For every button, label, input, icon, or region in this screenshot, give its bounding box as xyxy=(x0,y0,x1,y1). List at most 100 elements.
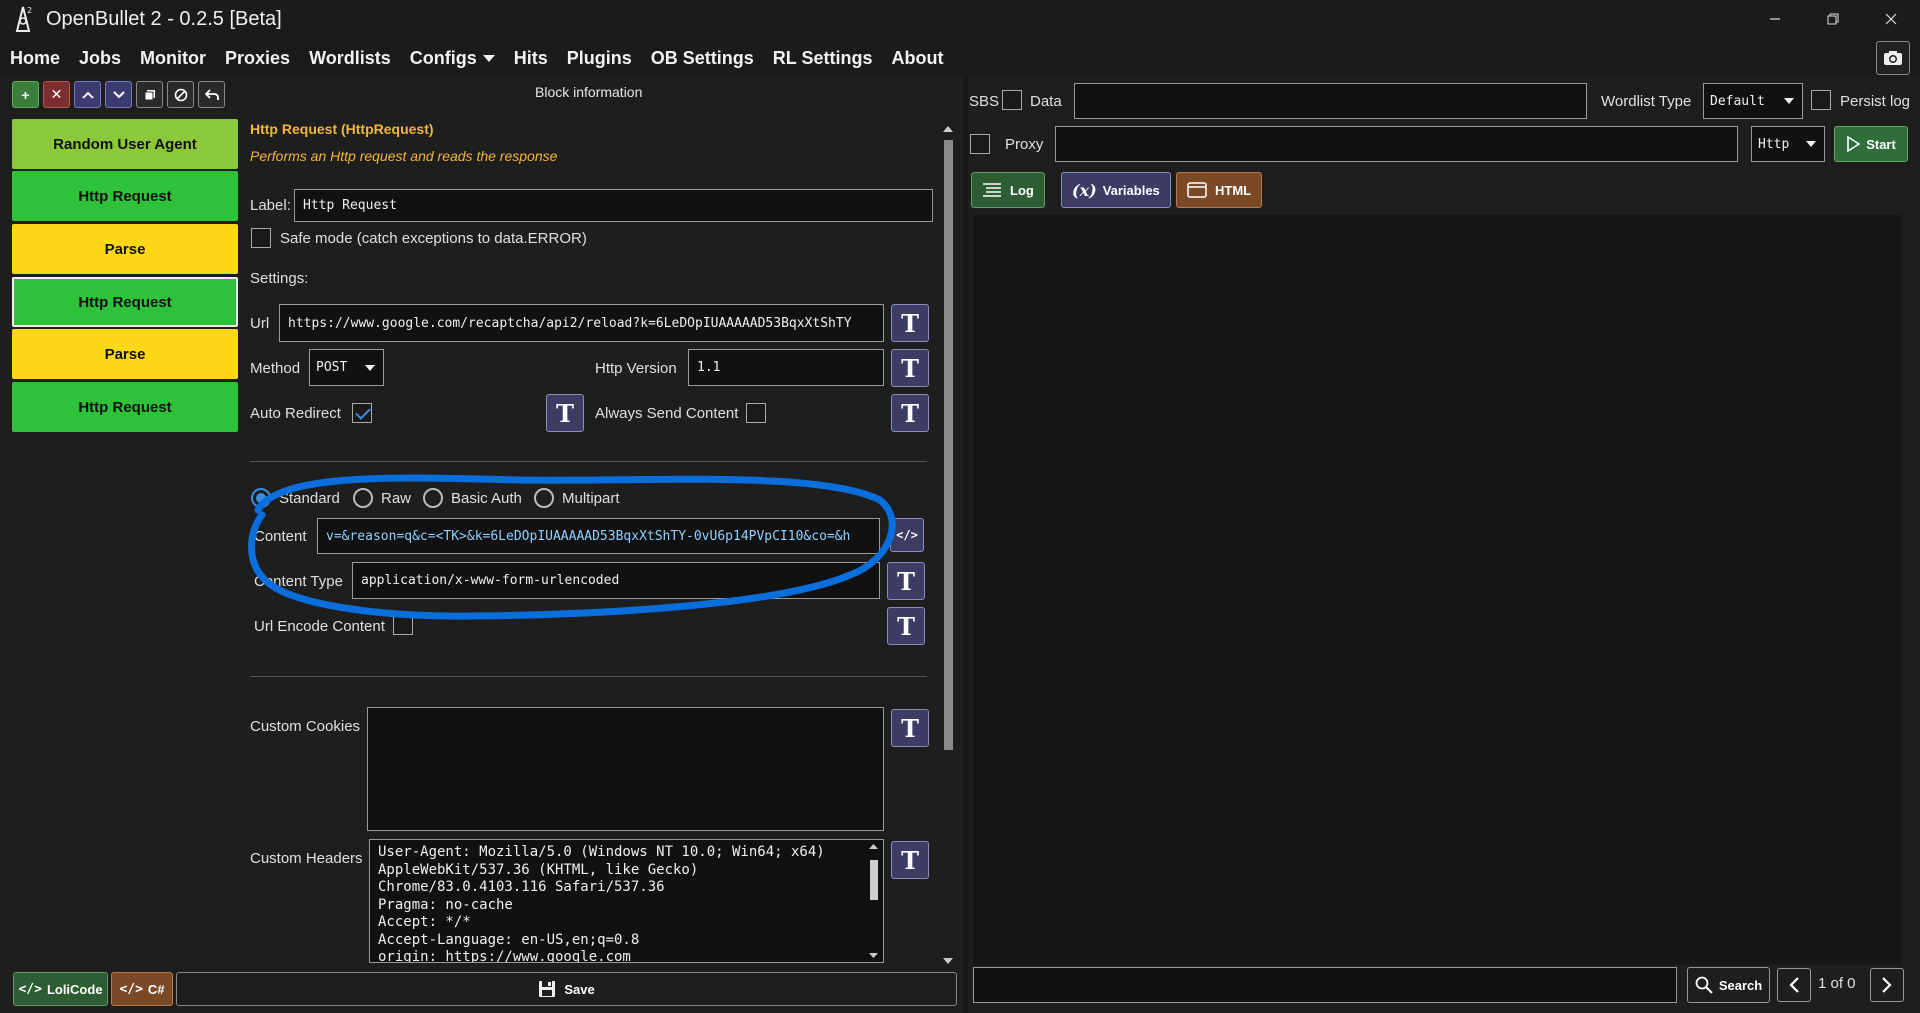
menu-rl-settings[interactable]: RL Settings xyxy=(773,48,873,69)
label-input[interactable]: Http Request xyxy=(294,189,933,222)
content-mode-raw-radio[interactable] xyxy=(353,488,373,508)
menu-hits[interactable]: Hits xyxy=(514,48,548,69)
divider xyxy=(250,676,927,677)
content-mode-raw-label: Raw xyxy=(381,490,412,507)
always-send-content-mode-button[interactable]: T xyxy=(891,394,929,432)
save-icon xyxy=(538,980,556,998)
panel-divider[interactable] xyxy=(963,78,968,1013)
custom-cookies-mode-button[interactable]: T xyxy=(891,709,929,747)
match-counter: 1 of 0 xyxy=(1818,975,1856,992)
csharp-button[interactable]: </> C# xyxy=(111,972,173,1006)
list-icon xyxy=(982,182,1002,198)
lolicode-button[interactable]: </> LoliCode xyxy=(13,972,108,1006)
divider xyxy=(250,461,927,462)
menu-proxies[interactable]: Proxies xyxy=(225,48,290,69)
search-button[interactable]: Search xyxy=(1687,967,1770,1003)
content-mode-standard-radio[interactable] xyxy=(251,488,271,508)
data-label: Data xyxy=(1030,93,1062,110)
proxy-type-select[interactable]: Http xyxy=(1751,126,1825,162)
menu-configs[interactable]: Configs xyxy=(410,48,495,69)
custom-cookies-textarea[interactable] xyxy=(367,707,884,831)
chevron-down-icon xyxy=(482,54,495,62)
save-button[interactable]: Save xyxy=(176,972,957,1006)
tab-html[interactable]: HTML xyxy=(1176,172,1263,208)
content-input[interactable]: v=&reason=q&c=<TK>&k=6LeDOpIUAAAAAD53Bqx… xyxy=(317,518,880,554)
http-version-mode-button[interactable]: T xyxy=(891,349,929,387)
block-http-request-3[interactable]: Http Request xyxy=(12,382,238,432)
tab-log[interactable]: Log xyxy=(971,172,1045,208)
always-send-content-checkbox[interactable] xyxy=(746,403,766,423)
content-code-icon[interactable]: </> xyxy=(890,518,924,552)
data-input[interactable] xyxy=(1074,83,1587,119)
menu-plugins[interactable]: Plugins xyxy=(567,48,632,69)
delete-block-icon[interactable]: ✕ xyxy=(43,81,70,108)
menu-ob-settings[interactable]: OB Settings xyxy=(651,48,754,69)
camera-icon[interactable] xyxy=(1876,41,1910,75)
custom-headers-mode-button[interactable]: T xyxy=(891,841,929,879)
sbs-checkbox[interactable] xyxy=(1002,90,1022,110)
wordlist-type-select[interactable]: Default xyxy=(1703,83,1803,119)
variable-icon: (x) xyxy=(1072,180,1097,200)
safe-mode-checkbox[interactable] xyxy=(251,228,271,248)
next-match-button[interactable] xyxy=(1870,968,1904,1002)
block-info-scrollbar[interactable] xyxy=(940,122,956,968)
window-title: OpenBullet 2 - 0.2.5 [Beta] xyxy=(46,7,282,30)
tab-html-label: HTML xyxy=(1215,182,1252,198)
safe-mode-label: Safe mode (catch exceptions to data.ERRO… xyxy=(280,230,587,247)
chevron-down-icon xyxy=(1806,141,1816,147)
menu-jobs[interactable]: Jobs xyxy=(79,48,121,69)
menu-about[interactable]: About xyxy=(891,48,943,69)
csharp-label: C# xyxy=(147,981,165,997)
block-parse-1[interactable]: Parse xyxy=(12,224,238,274)
auto-redirect-checkbox[interactable] xyxy=(352,403,372,423)
content-type-input[interactable]: application/x-www-form-urlencoded xyxy=(352,562,880,599)
main-menu: Home Jobs Monitor Proxies Wordlists Conf… xyxy=(0,38,1920,78)
minimize-icon[interactable] xyxy=(1746,0,1804,38)
log-search-input[interactable] xyxy=(973,967,1677,1003)
content-type-mode-button[interactable]: T xyxy=(887,562,925,600)
restore-icon[interactable] xyxy=(1804,0,1862,38)
proxy-input[interactable] xyxy=(1055,126,1738,162)
custom-headers-label: Custom Headers xyxy=(250,850,363,867)
menu-monitor[interactable]: Monitor xyxy=(140,48,206,69)
persist-log-label: Persist log xyxy=(1840,93,1911,110)
url-encode-content-checkbox[interactable] xyxy=(393,615,413,635)
http-version-input[interactable]: 1.1 xyxy=(688,349,884,386)
clone-block-icon[interactable] xyxy=(136,81,163,108)
search-icon xyxy=(1695,976,1713,994)
menu-wordlists[interactable]: Wordlists xyxy=(309,48,391,69)
content-mode-multipart-label: Multipart xyxy=(562,490,620,507)
content-mode-basic-auth-radio[interactable] xyxy=(423,488,443,508)
code-icon: </> xyxy=(18,981,42,997)
content-mode-multipart-radio[interactable] xyxy=(534,488,554,508)
menu-home[interactable]: Home xyxy=(10,48,60,69)
disable-block-icon[interactable] xyxy=(167,81,194,108)
auto-redirect-mode-button[interactable]: T xyxy=(546,394,584,432)
headers-scrollbar[interactable] xyxy=(866,842,881,960)
url-mode-button[interactable]: T xyxy=(891,304,929,342)
tab-variables[interactable]: (x) Variables xyxy=(1061,172,1171,208)
block-http-request-1[interactable]: Http Request xyxy=(12,171,238,221)
url-input[interactable]: https://www.google.com/recaptcha/api2/re… xyxy=(279,304,884,342)
custom-headers-textarea[interactable]: User-Agent: Mozilla/5.0 (Windows NT 10.0… xyxy=(369,839,884,963)
content-mode-standard-label: Standard xyxy=(279,490,340,507)
undo-icon[interactable] xyxy=(198,81,225,108)
url-encode-content-mode-button[interactable]: T xyxy=(887,607,925,645)
auto-redirect-label: Auto Redirect xyxy=(250,405,341,422)
browser-window-icon xyxy=(1187,182,1207,198)
persist-log-checkbox[interactable] xyxy=(1811,90,1831,110)
close-icon[interactable] xyxy=(1862,0,1920,38)
block-http-request-2[interactable]: Http Request xyxy=(12,277,238,327)
start-button[interactable]: Start xyxy=(1834,126,1908,162)
url-caption: Url xyxy=(250,315,270,332)
proxy-checkbox[interactable] xyxy=(970,134,990,154)
add-block-icon[interactable]: + xyxy=(12,81,39,108)
move-down-icon[interactable] xyxy=(105,81,132,108)
block-random-user-agent[interactable]: Random User Agent xyxy=(12,119,238,169)
previous-match-button[interactable] xyxy=(1777,968,1811,1002)
move-up-icon[interactable] xyxy=(74,81,101,108)
block-parse-2[interactable]: Parse xyxy=(12,329,238,379)
debugger-output xyxy=(973,215,1902,965)
always-send-content-label: Always Send Content xyxy=(595,405,739,422)
method-select[interactable]: POST xyxy=(309,349,384,386)
